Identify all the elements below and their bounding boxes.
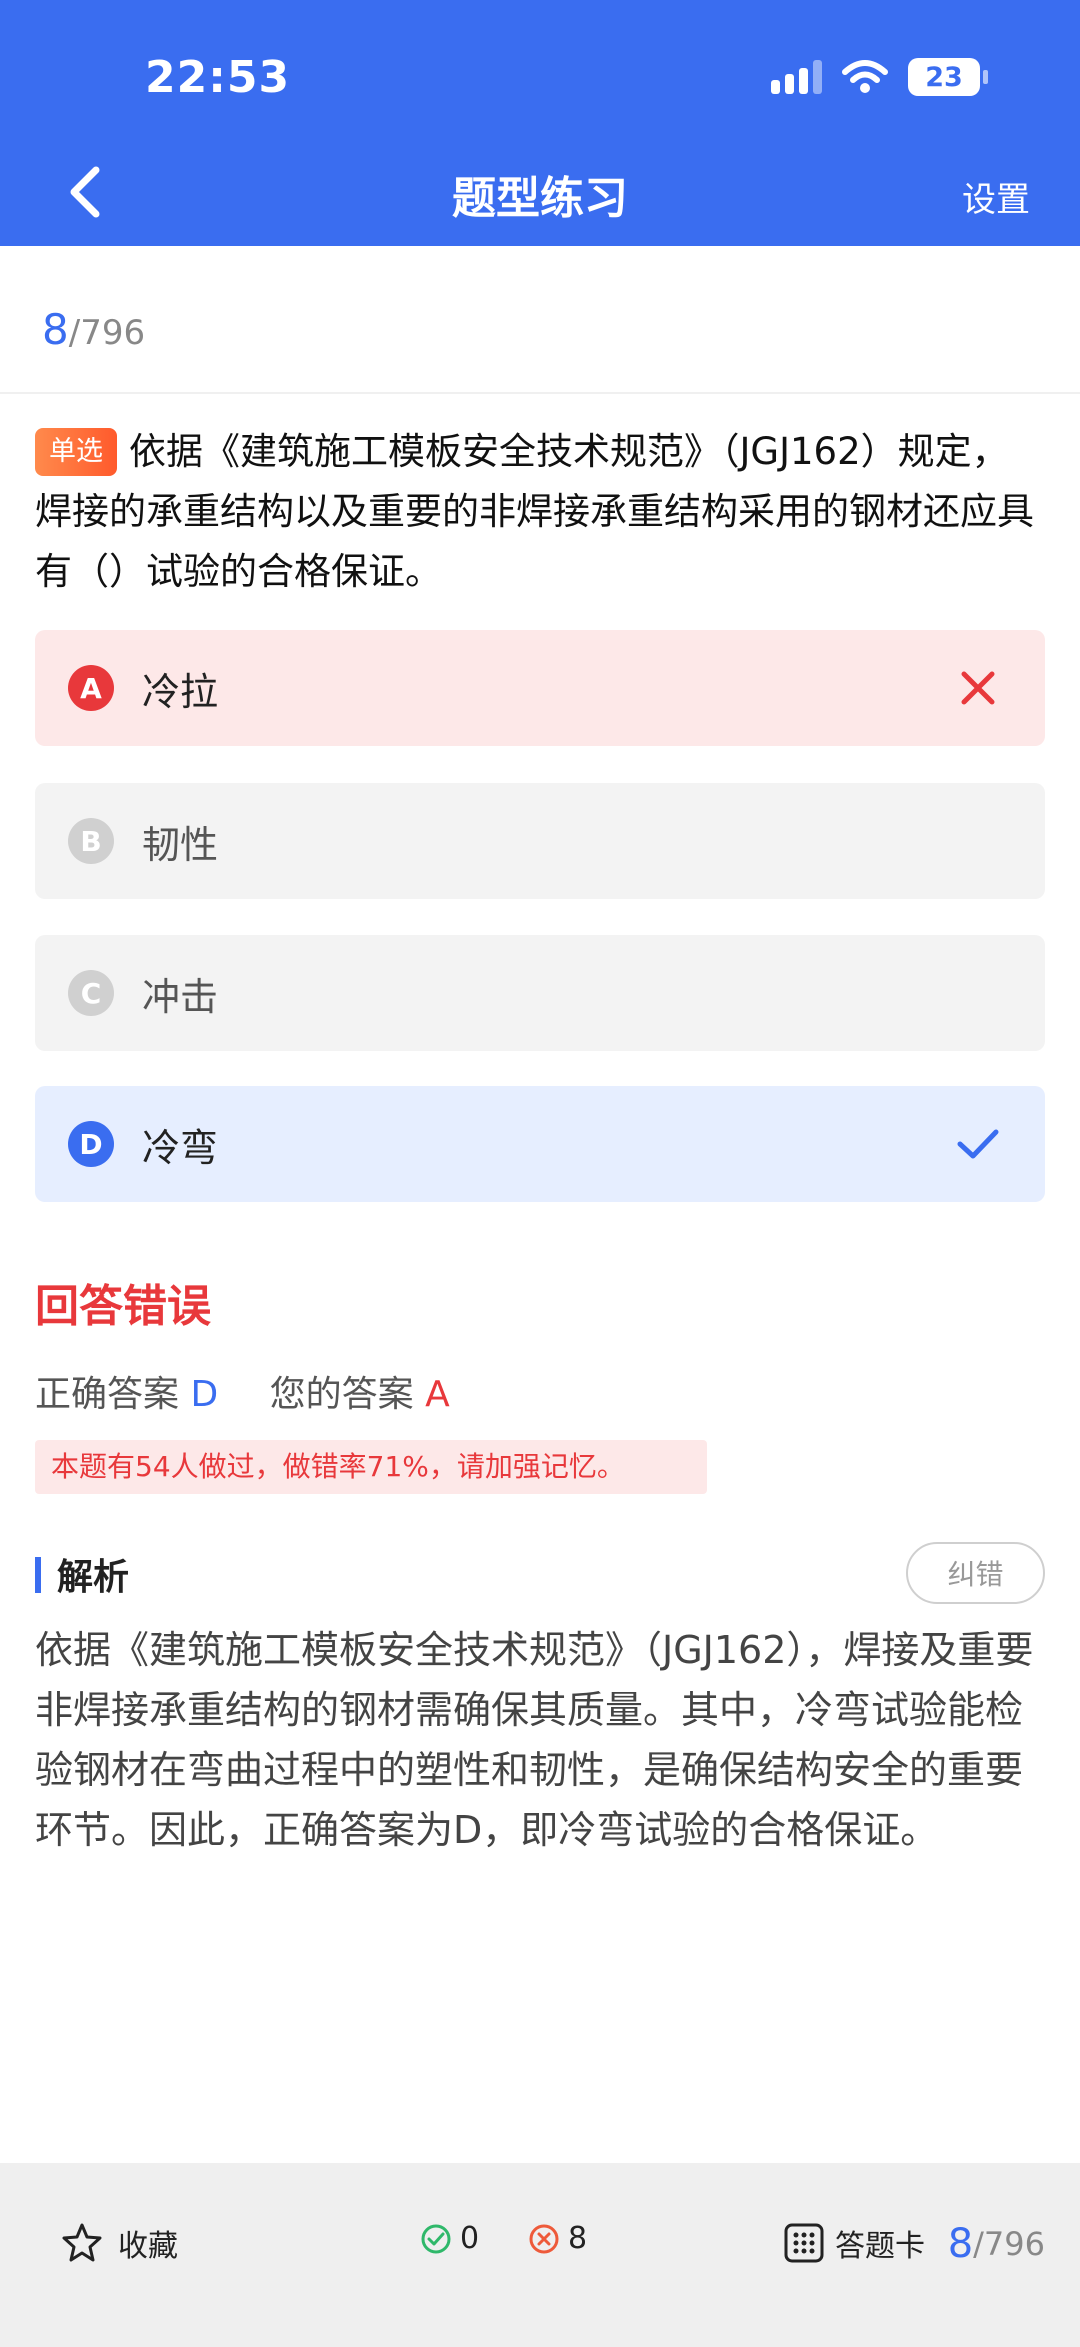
your-answer-label: 您的答案 [269,1374,414,1415]
bottom-toolbar: 收藏 0 8 答题卡 8/796 [0,2163,1080,2347]
analysis-text: 依据《建筑施工模板安全技术规范》（JGJ162），焊接及重要非焊接承重结构的钢材… [35,1628,1034,1852]
option-d-label: 冷弯 [142,1125,219,1170]
checkmark-icon [957,1129,999,1159]
status-time: 22:53 [145,52,291,103]
app-header: 22:53 23 题型练习 设置 [0,0,1080,246]
option-b-label: 韧性 [142,822,219,867]
correct-answer-label: 正确答案 [35,1374,180,1415]
option-d[interactable]: D 冷弯 [35,1086,1045,1202]
option-c[interactable]: C 冲击 [35,935,1045,1051]
answer-summary: 正确答案 D 您的答案 A [35,1365,450,1417]
wifi-icon [842,60,888,93]
favorite-label: 收藏 [118,2229,178,2264]
question-text: 依据《建筑施工模板安全技术规范》（JGJ162）规定，焊接的承重结构以及重要的非… [35,430,1034,593]
answer-card-label: 答题卡 [835,2229,925,2264]
option-d-badge: D [68,1121,114,1167]
analysis-title: 解析 [57,1557,130,1598]
answer-card-button[interactable]: 答题卡 [783,2221,925,2265]
option-b-badge: B [68,818,114,864]
report-error-button[interactable]: 纠错 [906,1542,1045,1604]
option-a-badge: A [68,665,114,711]
wrong-count: 8 [528,2221,587,2256]
question-progress: 8/796 [42,305,145,354]
analysis-accent-bar [35,1557,41,1593]
question-type-tag: 单选 [35,428,117,476]
wrong-count-value: 8 [568,2221,588,2256]
your-answer-value: A [425,1374,450,1415]
bottom-progress-current: 8 [947,2221,974,2267]
cellular-signal-icon [771,60,822,94]
battery-icon: 23 [908,58,988,96]
error-rate-note: 本题有54人做过，做错率71%，请加强记忆。 [35,1440,707,1494]
option-b[interactable]: B 韧性 [35,783,1045,899]
check-circle-icon [421,2224,451,2253]
status-indicators: 23 [771,58,988,96]
right-count: 0 [420,2221,479,2256]
correct-answer-value: D [190,1374,219,1415]
option-a[interactable]: A 冷拉 [35,630,1045,746]
wrong-x-icon [961,671,995,705]
bottom-progress-total: /796 [973,2225,1045,2263]
favorite-button[interactable]: 收藏 [60,2221,178,2265]
divider [0,392,1080,394]
progress-total: /796 [68,313,146,353]
bottom-progress: 8/796 [948,2221,1045,2267]
option-c-label: 冲击 [142,974,219,1019]
result-title: 回答错误 [35,1281,211,1332]
star-icon [62,2223,102,2262]
progress-current: 8 [42,305,69,354]
question-text-block: 单选 依据《建筑施工模板安全技术规范》（JGJ162）规定，焊接的承重结构以及重要… [35,422,1045,602]
grid-icon [784,2223,824,2263]
option-a-label: 冷拉 [142,669,219,714]
page-title: 题型练习 [452,173,628,224]
x-circle-icon [529,2224,559,2253]
settings-button[interactable]: 设置 [962,172,1030,221]
option-c-badge: C [68,970,114,1016]
right-count-value: 0 [460,2221,480,2256]
